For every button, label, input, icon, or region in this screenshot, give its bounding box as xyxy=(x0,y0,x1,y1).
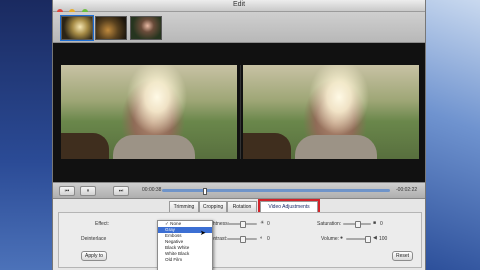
desktop-wallpaper-right xyxy=(422,0,480,270)
edit-window: Edit ⏮ ⏸ ⏭ 00:00:38 -00:02:22 Trimming C… xyxy=(52,0,426,270)
volume-label: Volume: xyxy=(321,236,340,242)
clip-thumbnail-1[interactable] xyxy=(61,16,93,40)
deinterlace-label: Deinterlace xyxy=(81,236,107,242)
brightness-slider[interactable] xyxy=(227,221,257,228)
brightness-value: 0 xyxy=(267,221,270,227)
contrast-slider[interactable] xyxy=(227,236,257,243)
volume-low-icon: ● xyxy=(340,235,344,241)
title-bar[interactable]: Edit xyxy=(53,0,425,15)
effect-label: Effect: xyxy=(95,221,110,227)
playhead[interactable] xyxy=(203,188,208,195)
saturation-icon: ■ xyxy=(373,220,377,226)
volume-value: 100 xyxy=(379,236,388,242)
saturation-knob[interactable] xyxy=(355,221,361,228)
subject-shirt xyxy=(113,135,195,159)
clip-thumbnail-3[interactable] xyxy=(130,16,162,40)
effect-option-label: None xyxy=(170,221,182,226)
apply-to-button[interactable]: Apply to xyxy=(81,251,108,261)
preview-area xyxy=(53,43,425,182)
saturation-label: Saturation: xyxy=(317,221,342,227)
skip-forward-button[interactable]: ⏭ xyxy=(113,186,129,196)
volume-high-icon: ◀ xyxy=(373,235,377,241)
contrast-icon: ◐ xyxy=(260,235,264,241)
timeline-scrubber[interactable] xyxy=(162,188,390,195)
preview-divider xyxy=(240,65,241,159)
reset-button[interactable]: Reset xyxy=(392,251,414,261)
guitar-shape xyxy=(61,133,109,159)
guitar-shape xyxy=(243,133,291,159)
mouse-pointer-icon: ➤ xyxy=(200,230,206,237)
video-adjustments-panel: Effect: Deinterlace Apply to Brightness:… xyxy=(58,212,422,268)
subject-shirt xyxy=(295,135,377,159)
skip-back-button[interactable]: ⏮ xyxy=(59,186,75,196)
volume-slider[interactable] xyxy=(346,236,371,243)
saturation-value: 0 xyxy=(380,221,383,227)
pause-button[interactable]: ⏸ xyxy=(80,186,96,196)
saturation-slider[interactable] xyxy=(343,221,371,228)
contrast-value: 0 xyxy=(267,236,270,242)
volume-knob[interactable] xyxy=(365,236,371,243)
clip-thumbnail-2[interactable] xyxy=(95,16,127,40)
output-preview xyxy=(243,65,419,159)
window-title: Edit xyxy=(232,1,246,8)
brightness-knob[interactable] xyxy=(240,221,246,228)
effect-option-old-film[interactable]: Old Film xyxy=(158,257,212,263)
brightness-icon: ☀ xyxy=(260,220,265,226)
current-time: 00:00:38 xyxy=(142,187,162,193)
effect-dropdown-list: ✓ None Gray Emboss Negative Black White … xyxy=(157,220,213,270)
original-preview xyxy=(61,65,237,159)
remaining-time: -00:02:22 xyxy=(396,187,418,193)
desktop-background xyxy=(0,0,52,270)
playback-bar: ⏮ ⏸ ⏭ 00:00:38 -00:02:22 xyxy=(53,182,425,199)
contrast-knob[interactable] xyxy=(240,236,246,243)
clip-thumbnail-strip xyxy=(53,12,425,43)
